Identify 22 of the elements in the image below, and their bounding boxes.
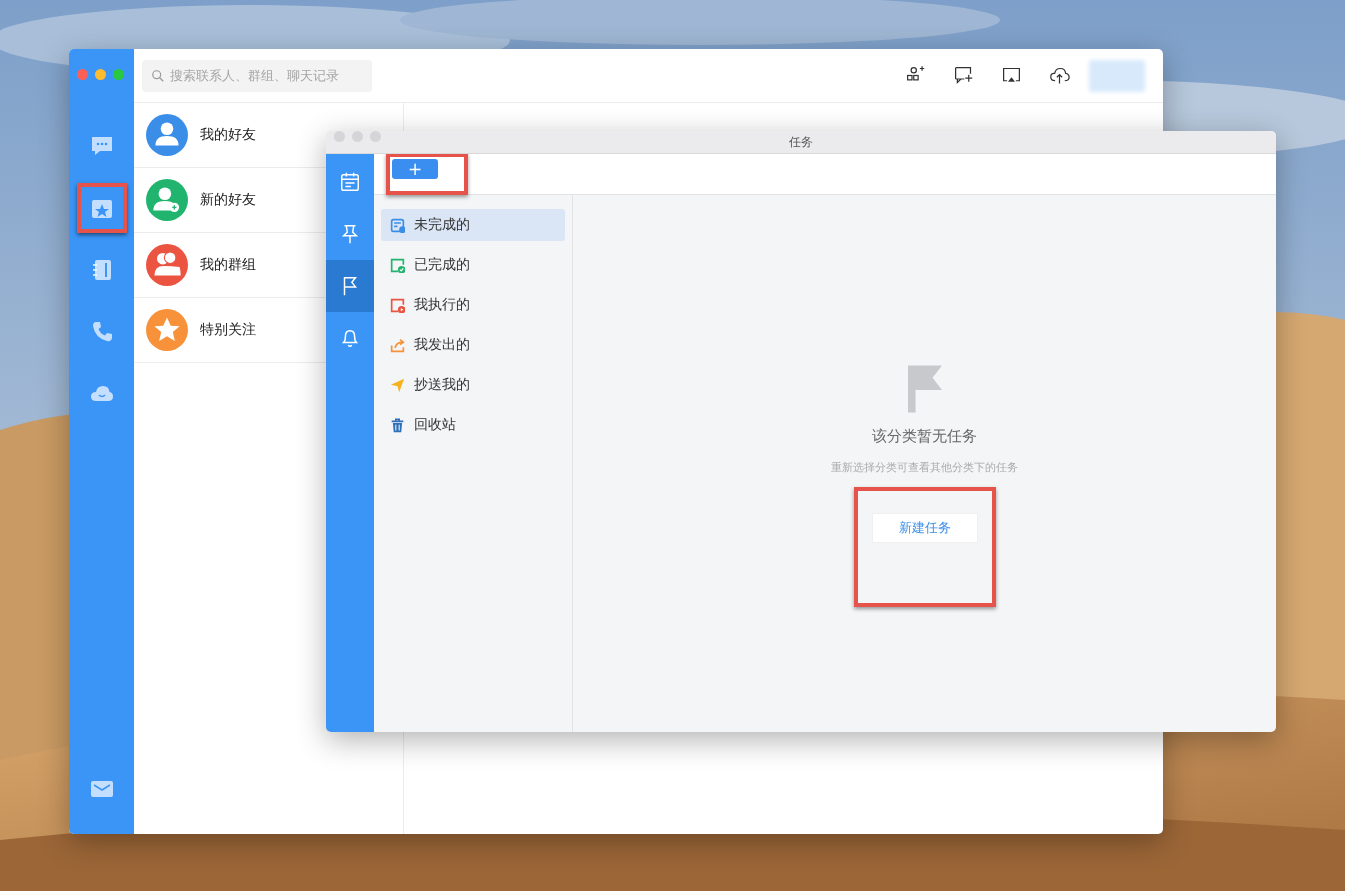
cloud-upload-icon[interactable] — [1049, 65, 1070, 86]
chat-bubble-icon — [89, 134, 114, 158]
empty-state-title: 该分类暂无任务 — [872, 427, 977, 446]
window-title: 任务 — [789, 133, 813, 151]
nav-tab[interactable] — [326, 260, 374, 312]
window-control-icon[interactable] — [77, 69, 88, 80]
flag-icon — [907, 365, 942, 413]
category-item[interactable]: 未完成的 — [381, 209, 565, 241]
window-control-icon[interactable] — [95, 69, 106, 80]
pin-icon — [339, 223, 361, 245]
window-control-icon[interactable] — [113, 69, 124, 80]
empty-state-hint: 重新选择分类可查看其他分类下的任务 — [831, 460, 1018, 475]
search-field[interactable]: 搜索联系人、群组、聊天记录 — [142, 59, 372, 92]
category-item[interactable]: 抄送我的 — [381, 369, 565, 401]
window-control-icon[interactable] — [334, 131, 345, 142]
calendar-icon — [339, 171, 361, 193]
category-item[interactable]: 回收站 — [381, 409, 565, 441]
avatar-icon[interactable] — [1089, 59, 1145, 92]
sidebar-item[interactable] — [76, 183, 127, 233]
new-task-button[interactable]: 新建任务 — [871, 513, 978, 543]
chat-add-icon[interactable] — [953, 65, 974, 86]
search-icon — [151, 68, 165, 83]
